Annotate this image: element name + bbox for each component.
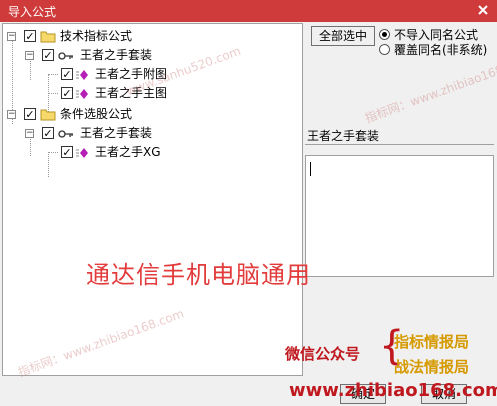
collapse-icon[interactable]: −	[7, 110, 16, 119]
tree-node-label: 王者之手套装	[80, 126, 153, 140]
tree-node-label: 王者之手XG	[95, 145, 161, 159]
checkbox[interactable]: ✓	[42, 49, 54, 61]
import-formula-dialog: 导入公式 − ✓ 技术指标公式 − ✓ 王者之手套装 ✓ 王者之手附图 ✓ 王者…	[0, 0, 497, 406]
window-title: 导入公式	[8, 5, 57, 19]
formula-info-label: 王者之手套装	[307, 129, 380, 143]
radio-label: 不导入同名公式	[394, 28, 479, 42]
checkbox[interactable]: ✓	[24, 30, 36, 42]
formula-tree[interactable]: − ✓ 技术指标公式 − ✓ 王者之手套装 ✓ 王者之手附图 ✓ 王者之手主图 …	[2, 23, 303, 380]
watermark-text: 指标网：www.zhibiao168.com	[16, 306, 186, 380]
watermark-banner: 通达信手机电脑通用	[86, 261, 311, 289]
checkbox[interactable]: ✓	[42, 127, 54, 139]
wechat-label: 微信公众号	[285, 345, 361, 363]
radio-label: 覆盖同名(非系统)	[394, 43, 488, 57]
tree-connector	[48, 74, 58, 75]
tag-tactics-bureau: 战法情报局	[394, 358, 470, 376]
tree-connector	[48, 152, 49, 177]
radio-button[interactable]	[379, 44, 390, 55]
folder-icon	[40, 107, 56, 126]
key-icon	[58, 127, 74, 145]
collapse-icon[interactable]: −	[25, 129, 34, 138]
description-textbox[interactable]	[305, 155, 494, 277]
checkbox[interactable]: ✓	[61, 68, 73, 80]
checkbox[interactable]: ✓	[61, 87, 73, 99]
checkbox[interactable]: ✓	[61, 146, 73, 158]
checkbox[interactable]: ✓	[24, 108, 36, 120]
tree-node-label: 技术指标公式	[60, 29, 133, 43]
tree-connector	[48, 152, 58, 153]
divider	[305, 144, 494, 145]
tree-connector	[48, 93, 58, 94]
close-icon[interactable]	[475, 2, 491, 18]
collapse-icon[interactable]: −	[25, 51, 34, 60]
radio-button[interactable]	[379, 29, 390, 40]
text-caret	[310, 162, 311, 176]
site-watermark: www.zhibiao168.com	[289, 380, 497, 401]
select-all-button[interactable]: 全部选中	[311, 26, 375, 46]
tree-node-label: 王者之手套装	[80, 48, 153, 62]
tree-node-label: 条件选股公式	[60, 107, 133, 121]
watermark-text: 指标网：www.zhibiao168.com	[363, 52, 497, 126]
collapse-icon[interactable]: −	[7, 32, 16, 41]
key-icon	[58, 49, 74, 67]
formula-icon	[75, 68, 89, 86]
folder-icon	[40, 29, 56, 48]
formula-icon	[75, 87, 89, 105]
title-bar: 导入公式	[0, 0, 497, 22]
tag-indicator-bureau: 指标情报局	[394, 333, 470, 351]
formula-icon	[75, 146, 89, 164]
